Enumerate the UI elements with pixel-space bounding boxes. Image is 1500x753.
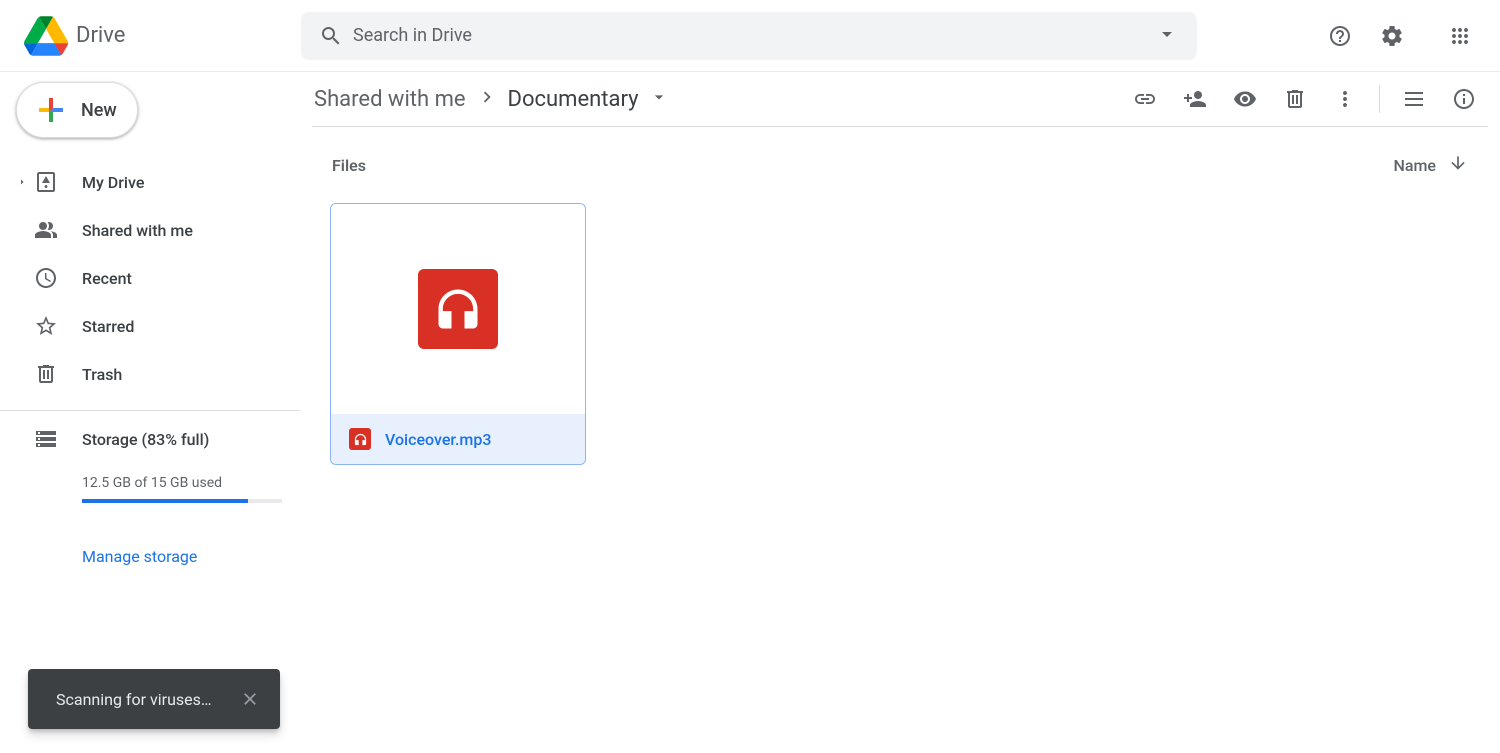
storage-icon	[34, 427, 58, 451]
content-area: Shared with me Documentary Files Name	[300, 72, 1500, 753]
remove-button[interactable]	[1271, 75, 1319, 123]
manage-storage-link[interactable]: Manage storage	[82, 547, 197, 566]
share-button[interactable]	[1171, 75, 1219, 123]
gear-icon	[1380, 24, 1404, 48]
file-card[interactable]: Voiceover.mp3	[330, 203, 586, 465]
more-vert-icon	[1333, 87, 1357, 111]
new-button[interactable]: New	[16, 82, 138, 138]
apps-grid-icon	[1448, 24, 1472, 48]
list-icon	[1402, 87, 1426, 111]
header: Drive	[0, 0, 1500, 72]
breadcrumb-dropdown-icon[interactable]	[645, 83, 673, 115]
storage-used-text: 12.5 GB of 15 GB used	[82, 475, 276, 491]
sidebar: New My Drive Shared with me Recent Starr…	[0, 72, 300, 753]
storage-fill	[82, 499, 248, 503]
logo-section[interactable]: Drive	[16, 14, 301, 58]
eye-icon	[1233, 87, 1257, 111]
drive-logo-icon	[24, 14, 68, 58]
clock-icon	[34, 266, 58, 290]
divider	[1379, 85, 1380, 113]
header-actions	[1316, 12, 1484, 60]
toast-message: Scanning for viruses…	[56, 690, 212, 709]
sidebar-item-label: Recent	[82, 269, 132, 288]
search-options-dropdown-icon[interactable]	[1145, 12, 1189, 60]
star-icon	[34, 314, 58, 338]
audio-file-icon	[418, 269, 498, 349]
list-view-button[interactable]	[1390, 75, 1438, 123]
google-apps-button[interactable]	[1436, 12, 1484, 60]
file-name: Voiceover.mp3	[385, 430, 491, 449]
expand-chevron-icon[interactable]	[16, 176, 32, 188]
sidebar-item-label: Shared with me	[82, 221, 193, 240]
get-link-button[interactable]	[1121, 75, 1169, 123]
search-input[interactable]	[353, 25, 1145, 46]
files-grid: Voiceover.mp3	[312, 185, 1488, 483]
sort-button[interactable]: Name	[1394, 153, 1468, 177]
sort-label: Name	[1394, 156, 1436, 175]
storage-bar	[82, 499, 282, 503]
divider	[312, 126, 1488, 127]
storage-section: Storage (83% full) 12.5 GB of 15 GB used…	[0, 419, 300, 566]
new-button-label: New	[81, 100, 117, 121]
support-button[interactable]	[1316, 12, 1364, 60]
plus-icon	[33, 92, 69, 128]
sidebar-item-shared-with-me[interactable]: Shared with me	[0, 206, 288, 254]
storage-label: Storage (83% full)	[82, 430, 209, 449]
trash-icon	[1283, 87, 1307, 111]
view-details-button[interactable]	[1440, 75, 1488, 123]
brand-name: Drive	[76, 23, 125, 48]
arrow-down-icon[interactable]	[1448, 153, 1468, 177]
more-actions-button[interactable]	[1321, 75, 1369, 123]
main-layout: New My Drive Shared with me Recent Starr…	[0, 72, 1500, 753]
audio-file-icon	[349, 428, 371, 450]
sidebar-item-label: Starred	[82, 317, 134, 336]
person-add-icon	[1183, 87, 1207, 111]
sidebar-item-trash[interactable]: Trash	[0, 350, 288, 398]
search-bar[interactable]	[301, 12, 1197, 60]
info-icon	[1452, 87, 1476, 111]
settings-button[interactable]	[1368, 12, 1416, 60]
search-icon[interactable]	[309, 14, 353, 58]
sidebar-item-label: My Drive	[82, 173, 144, 192]
storage-header[interactable]: Storage (83% full)	[34, 427, 276, 451]
sidebar-item-my-drive[interactable]: My Drive	[0, 158, 288, 206]
sidebar-item-starred[interactable]: Starred	[0, 302, 288, 350]
file-preview	[331, 204, 585, 414]
section-header: Files Name	[312, 137, 1488, 185]
breadcrumb-parent[interactable]: Shared with me	[312, 83, 468, 116]
help-icon	[1328, 24, 1352, 48]
content-header: Shared with me Documentary	[312, 72, 1488, 126]
toast-notification: Scanning for viruses…	[28, 669, 280, 729]
people-icon	[34, 218, 58, 242]
section-title: Files	[332, 156, 366, 175]
my-drive-icon	[34, 170, 58, 194]
divider	[0, 410, 300, 411]
chevron-right-icon	[472, 86, 502, 112]
toast-close-button[interactable]	[236, 685, 264, 713]
preview-button[interactable]	[1221, 75, 1269, 123]
trash-icon	[34, 362, 58, 386]
sidebar-item-recent[interactable]: Recent	[0, 254, 288, 302]
toolbar-actions	[1121, 75, 1488, 123]
breadcrumb-current[interactable]: Documentary	[506, 83, 641, 116]
close-icon	[240, 689, 260, 709]
file-footer: Voiceover.mp3	[331, 414, 585, 464]
breadcrumb: Shared with me Documentary	[312, 83, 1121, 116]
link-icon	[1133, 87, 1157, 111]
sidebar-item-label: Trash	[82, 365, 122, 384]
